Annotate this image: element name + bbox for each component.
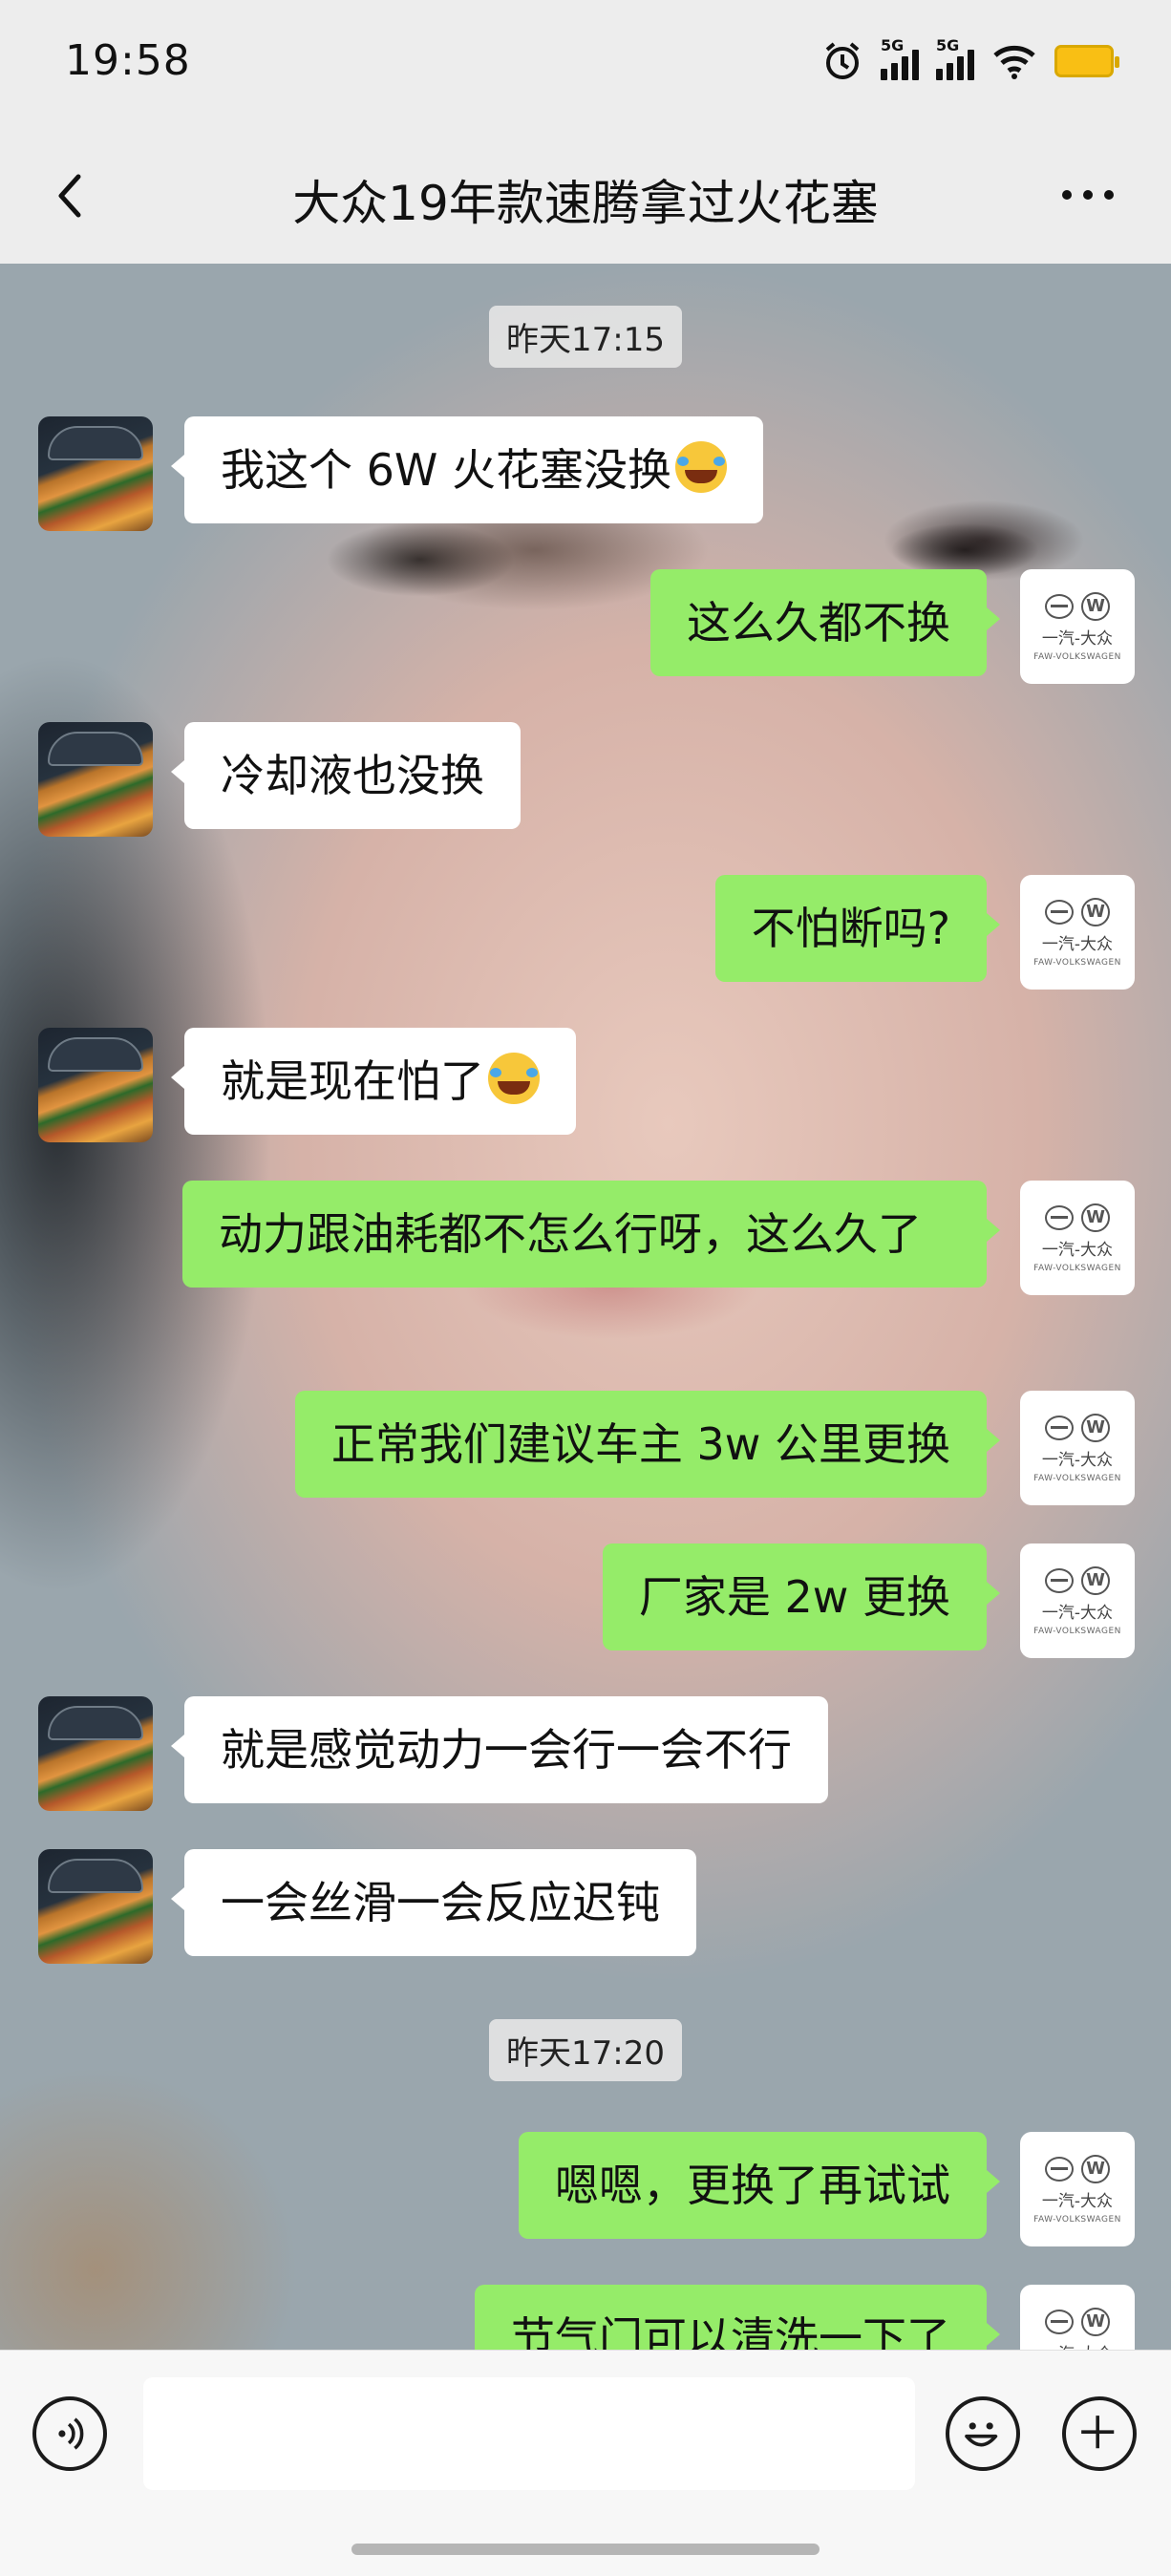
message-sent[interactable]: 厂家是 2w 更换 (602, 1543, 1001, 1650)
faw-logo-icon (1045, 2156, 1074, 2182)
faw-logo-icon (1045, 1567, 1074, 1593)
status-time: 19:58 (65, 36, 191, 85)
message-received[interactable]: 一会丝滑一会反应迟钝 (171, 1849, 696, 1956)
avatar-right[interactable]: W 一汽-大众 FAW-VOLKSWAGEN (1020, 1391, 1135, 1505)
faw-logo-icon (1045, 899, 1074, 925)
vw-logo-icon: W (1081, 1565, 1110, 1595)
message-received[interactable]: 就是现在怕了 (171, 1028, 576, 1135)
avatar-left[interactable] (38, 1028, 153, 1142)
timestamp: 昨天17:15 (489, 306, 682, 368)
message-input[interactable] (143, 2377, 915, 2490)
message-sent[interactable]: 这么久都不换 (650, 569, 1000, 676)
message-sent[interactable]: 节气门可以清洗一下了 (475, 2285, 1000, 2350)
chat-header: 大众19年款速腾拿过火花塞 (0, 129, 1171, 264)
laughing-emoji-icon (488, 1053, 540, 1104)
faw-logo-icon (1045, 593, 1074, 619)
vw-logo-icon: W (1081, 1203, 1110, 1232)
message-received[interactable]: 我这个 6W 火花塞没换 (171, 416, 763, 523)
chat-title: 大众19年款速腾拿过火花塞 (292, 176, 879, 231)
home-indicator (351, 2544, 820, 2555)
avatar-right[interactable]: W 一汽-大众 FAW-VOLKSWAGEN (1020, 1181, 1135, 1295)
vw-logo-icon: W (1081, 1413, 1110, 1442)
timestamp: 昨天17:20 (489, 2019, 682, 2081)
avatar-right[interactable]: W 一汽-大众 FAW-VOLKSWAGEN (1020, 569, 1135, 684)
wifi-icon (993, 45, 1035, 79)
status-icons: 5G 5G (821, 36, 1119, 82)
message-sent[interactable]: 嗯嗯，更换了再试试 (519, 2132, 1000, 2239)
alarm-icon (825, 42, 860, 79)
avatar-right[interactable]: W 一汽-大众 FAW-VOLKSWAGEN (1020, 2132, 1135, 2246)
input-bar (0, 2350, 1171, 2576)
more-icon[interactable] (1054, 171, 1121, 219)
vw-logo-icon: W (1081, 897, 1110, 926)
signal-icon-1: 5G (881, 36, 919, 80)
faw-logo-icon (1045, 1415, 1074, 1440)
message-received[interactable]: 冷却液也没换 (171, 722, 521, 829)
message-sent[interactable]: 动力跟油耗都不怎么行呀，这么久了 (182, 1181, 1000, 1288)
battery-icon (1054, 45, 1119, 77)
avatar-left[interactable] (38, 1849, 153, 1964)
status-bar: 19:58 5G 5G (0, 0, 1171, 129)
avatar-left[interactable] (38, 1696, 153, 1811)
emoji-icon[interactable] (946, 2396, 1020, 2471)
signal-icon-2: 5G (936, 36, 974, 80)
laughing-emoji-icon (675, 441, 727, 493)
faw-logo-icon (1045, 1204, 1074, 1230)
message-sent[interactable]: 正常我们建议车主 3w 公里更换 (294, 1391, 1001, 1498)
avatar-left[interactable] (38, 722, 153, 837)
avatar-left[interactable] (38, 416, 153, 531)
voice-icon[interactable] (32, 2396, 107, 2471)
vw-logo-icon: W (1081, 591, 1110, 621)
vw-logo-icon: W (1081, 2154, 1110, 2183)
plus-icon[interactable] (1062, 2396, 1137, 2471)
avatar-right[interactable]: W 一汽-大众 FAW-VOLKSWAGEN (1020, 875, 1135, 990)
message-sent[interactable]: 不怕断吗? (714, 875, 1001, 982)
vw-logo-icon: W (1081, 2307, 1110, 2336)
chat-area[interactable]: 昨天17:15 我这个 6W 火花塞没换 W 一汽-大众 FAW-VOLKSWA… (0, 264, 1171, 2350)
message-received[interactable]: 就是感觉动力一会行一会不行 (171, 1696, 828, 1803)
avatar-right[interactable]: W 一汽-大众 FAW-VOLKSWAGEN (1020, 2285, 1135, 2350)
faw-logo-icon (1045, 2309, 1074, 2334)
avatar-right[interactable]: W 一汽-大众 FAW-VOLKSWAGEN (1020, 1543, 1135, 1658)
